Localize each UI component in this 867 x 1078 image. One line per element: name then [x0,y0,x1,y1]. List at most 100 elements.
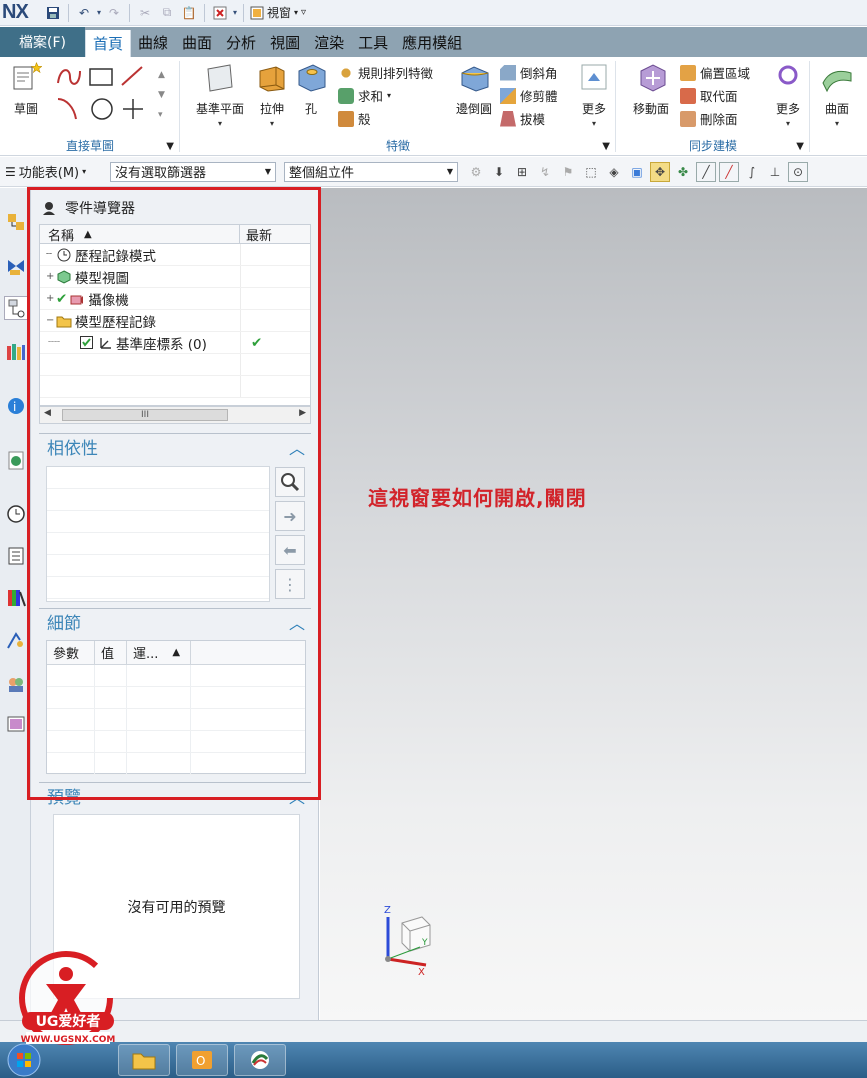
axis-x-label: X [418,967,425,978]
offset-region-button[interactable]: 偏置區域 [680,63,750,82]
tab-applications[interactable]: 應用模組 [395,27,469,57]
assembly-filter-icon[interactable]: ⚙ [466,162,486,182]
part-navigator-icon[interactable] [4,296,28,320]
snap-point-icon[interactable]: ✥ [650,161,670,182]
save-icon[interactable] [42,3,64,23]
cut-icon[interactable]: ✂ [134,3,156,23]
sync-more-button[interactable]: 更多 ▾ [770,61,806,128]
close-dropdown-icon[interactable]: ▾ [231,3,239,23]
general-select-icon[interactable]: ⬇ [489,162,509,182]
assembly-navigator-icon[interactable] [4,210,28,234]
intersection-icon[interactable]: ⊥ [765,162,785,182]
sketch-label: 草圖 [13,102,38,116]
gallery-scroll[interactable]: ▲ ▼ ▾ [158,65,165,125]
trim-body-icon [500,87,516,104]
tab-surface[interactable]: 曲面 [175,27,219,57]
paste-icon[interactable]: 📋 [178,3,200,23]
move-face-label: 移動面 [632,102,669,116]
midpoint-icon[interactable]: ╱ [719,161,739,182]
show-hide-icon[interactable]: ↯ [535,162,555,182]
feature-more-button[interactable]: 更多 ▾ [576,61,612,128]
move-face-button[interactable]: 移動面 [626,61,676,117]
replace-face-button[interactable]: 取代面 [680,86,738,105]
close-window-icon[interactable] [209,3,231,23]
edge-blend-label: 邊倒圓 [455,102,492,116]
sketch-button[interactable]: 草圖 [6,61,46,117]
edge-blend-button[interactable]: 邊倒圓 [452,61,496,117]
ribbon-tabs: 檔案(F) 首頁 曲線 曲面 分析 視圖 渲染 工具 應用模組 [0,27,867,57]
line-end-icon[interactable]: ╱ [696,161,716,182]
trim-body-button[interactable]: 修剪體 [500,86,558,105]
rectangle-select-icon[interactable]: ⬚ [581,162,601,182]
menu-label: 功能表(M) [18,166,80,181]
shell-button[interactable]: 殼 [338,109,371,128]
unite-icon [338,87,354,104]
hd3d-tools-icon[interactable]: i [4,394,28,418]
selection-filter-value: 沒有選取篩選器 [115,166,207,181]
undo-dropdown-icon[interactable]: ▾ [95,3,103,23]
datum-plane-label: 基準平面 [195,102,244,116]
roles-icon[interactable] [4,628,28,652]
tab-view[interactable]: 視圖 [263,27,307,57]
pattern-feature-button[interactable]: 規則排列特徵 [338,63,433,82]
selection-scope-dropdown[interactable]: 整個組立件 ▼ [284,161,458,182]
web-browser-icon[interactable] [4,448,28,472]
datum-plane-button[interactable]: 基準平面 ▾ [190,61,250,128]
history-icon[interactable] [4,502,28,526]
outlook-taskbar-button[interactable]: O [176,1044,228,1076]
taskbar: O [0,1042,867,1078]
tab-tools[interactable]: 工具 [351,27,395,57]
chamfer-button[interactable]: 倒斜角 [500,63,558,82]
highlight-rectangle [27,187,321,800]
constraint-navigator-icon[interactable] [4,254,28,278]
customize-icon[interactable]: ▿ [301,7,306,18]
snap-settings-icon[interactable]: ✤ [673,162,693,182]
system-scenes-icon[interactable] [4,672,28,696]
pattern-icon [338,64,354,81]
surface-button[interactable]: 曲面 ▾ [816,61,858,128]
group-menu-icon[interactable]: ▼ [796,141,804,152]
view-window-menu[interactable]: 視窗 ▾ ▿ [248,4,306,21]
group-direct-sketch: 草圖 ▲ ▼ ▾ 直接草圖 ▼ [0,57,180,156]
direct-sketch-group-label: 直接草圖 [65,139,114,153]
nx-logo: NX [2,1,29,23]
tab-curve[interactable]: 曲線 [131,27,175,57]
extrude-button[interactable]: 拉伸 ▾ [252,61,292,128]
redo-icon[interactable]: ↷ [103,3,125,23]
sketch-curve-tools[interactable] [54,63,154,127]
curve-point-icon[interactable]: ∫ [742,162,762,182]
delete-face-button[interactable]: 刪除面 [680,109,738,128]
selection-scope-value: 整個組立件 [289,166,355,181]
image-gallery-icon[interactable] [4,712,28,736]
graphics-window[interactable]: 這視窗要如何開啟,關閉 Z Y X [320,188,867,1020]
unite-button[interactable]: 求和 ▾ [338,86,391,105]
tab-analysis[interactable]: 分析 [219,27,263,57]
process-studio-icon[interactable] [4,544,28,568]
group-menu-icon[interactable]: ▼ [166,141,174,152]
folder-icon [132,1053,156,1070]
tab-render[interactable]: 渲染 [307,27,351,57]
add-select-icon[interactable]: ⊞ [512,162,532,182]
view-window-label: 視窗 [267,6,292,20]
draft-button[interactable]: 拔模 [500,109,545,128]
palette-icon[interactable] [4,586,28,610]
feature-more-label: 更多 [581,102,606,116]
arc-center-icon[interactable]: ⊙ [788,161,808,182]
body-select-icon[interactable]: ▣ [627,162,647,182]
selection-filter-dropdown[interactable]: 沒有選取篩選器 ▼ [110,161,276,182]
nx-taskbar-button[interactable] [234,1044,286,1076]
menu-button[interactable]: ☰ 功能表(M) ▾ [0,162,110,182]
reuse-library-icon[interactable] [4,340,28,364]
copy-icon[interactable]: ⧉ [156,3,178,23]
hole-button[interactable]: 孔 [294,61,328,117]
tab-home[interactable]: 首頁 [85,30,132,57]
undo-icon[interactable]: ↶ [73,3,95,23]
face-select-icon[interactable]: ◈ [604,162,624,182]
axis-y-label: Y [421,938,428,948]
group-menu-icon[interactable]: ▼ [602,141,610,152]
tab-file[interactable]: 檔案(F) [0,27,85,57]
chamfer-icon [500,64,516,81]
separator [204,3,205,22]
selection-icons: ⚙ ⬇ ⊞ ↯ ⚑ ⬚ ◈ ▣ ✥ ✤ ╱ ╱ ∫ ⊥ ⊙ [466,161,808,182]
window-select-icon[interactable]: ⚑ [558,162,578,182]
